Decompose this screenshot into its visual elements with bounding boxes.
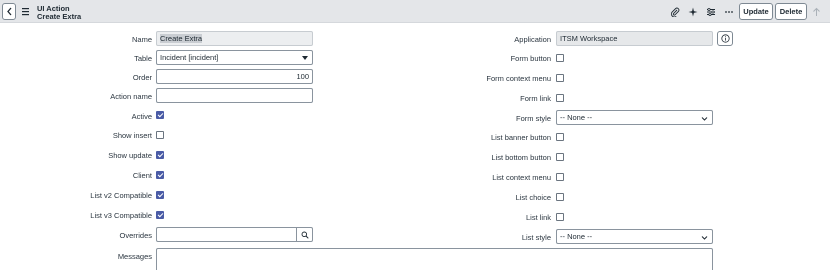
list-v2-checkbox[interactable] [156, 191, 164, 199]
list-banner-button-checkbox[interactable] [556, 133, 564, 141]
form-button-checkbox[interactable] [556, 54, 564, 62]
paperclip-icon[interactable] [669, 6, 680, 17]
overrides-field[interactable] [156, 227, 297, 242]
form-context-menu-checkbox[interactable] [556, 74, 564, 82]
action-name-field[interactable] [156, 88, 313, 103]
hamburger-menu-icon[interactable] [21, 7, 31, 16]
name-label: Name [131, 35, 152, 44]
arrow-up-icon[interactable] [811, 6, 822, 17]
application-field: ITSM Workspace [556, 31, 713, 46]
action-name-label: Action name [110, 92, 152, 101]
list-bottom-button-label: List bottom button [491, 153, 551, 162]
client-checkbox[interactable] [156, 171, 164, 179]
list-context-menu-checkbox[interactable] [556, 173, 564, 181]
order-field[interactable]: 100 [156, 69, 313, 84]
dropdown-arrow-icon [302, 56, 308, 60]
name-value: Create Extra [160, 34, 203, 43]
active-checkbox[interactable] [156, 111, 164, 119]
list-choice-checkbox[interactable] [556, 193, 564, 201]
list-context-menu-label: List context menu [492, 173, 551, 182]
form-style-label: Form style [515, 114, 551, 123]
show-insert-checkbox[interactable] [156, 131, 164, 139]
order-label: Order [132, 73, 152, 82]
list-choice-label: List choice [515, 193, 551, 202]
list-style-select[interactable]: -- None -- [556, 229, 713, 244]
show-update-label: Show update [108, 151, 152, 160]
table-label: Table [134, 54, 152, 63]
table-value: Incident [incident] [160, 53, 219, 62]
record-name-title: Create Extra [37, 12, 82, 21]
form-style-value: -- None -- [560, 113, 593, 122]
active-label: Active [131, 112, 152, 121]
application-info-button[interactable] [717, 31, 733, 46]
list-v2-label: List v2 Compatible [90, 191, 152, 200]
messages-label: Messages [117, 252, 152, 261]
list-bottom-button-checkbox[interactable] [556, 153, 564, 161]
form-link-checkbox[interactable] [556, 94, 564, 102]
overrides-lookup-button[interactable] [297, 227, 313, 242]
info-icon [720, 34, 730, 43]
update-button[interactable]: Update [739, 3, 773, 20]
list-banner-button-label: List banner button [490, 133, 551, 142]
client-label: Client [132, 171, 152, 180]
form-style-select[interactable]: -- None -- [556, 110, 713, 125]
form-header: UI Action Create Extra Update Delete [0, 0, 830, 23]
messages-textarea[interactable] [156, 248, 713, 270]
delete-button[interactable]: Delete [775, 3, 807, 20]
list-style-value: -- None -- [560, 232, 593, 241]
list-link-checkbox[interactable] [556, 213, 564, 221]
chevron-left-icon [6, 7, 11, 16]
chevron-down-icon [701, 232, 708, 243]
chevron-down-icon [701, 113, 708, 124]
show-update-checkbox[interactable] [156, 151, 164, 159]
form-context-menu-label: Form context menu [486, 74, 551, 83]
table-select[interactable]: Incident [incident] [156, 50, 313, 65]
search-icon [301, 231, 309, 239]
application-label: Application [514, 35, 551, 44]
sparkle-icon[interactable] [687, 6, 698, 17]
list-link-label: List link [525, 213, 551, 222]
name-field[interactable]: Create Extra [156, 31, 313, 46]
back-button[interactable] [2, 3, 16, 20]
show-insert-label: Show insert [112, 131, 152, 140]
form-link-label: Form link [520, 94, 551, 103]
list-v3-label: List v3 Compatible [90, 211, 152, 220]
sliders-icon[interactable] [705, 6, 716, 17]
more-options-icon[interactable] [723, 6, 734, 17]
overrides-label: Overrides [119, 231, 152, 240]
list-style-label: List style [521, 233, 551, 242]
list-v3-checkbox[interactable] [156, 211, 164, 219]
form-button-label: Form button [510, 54, 551, 63]
